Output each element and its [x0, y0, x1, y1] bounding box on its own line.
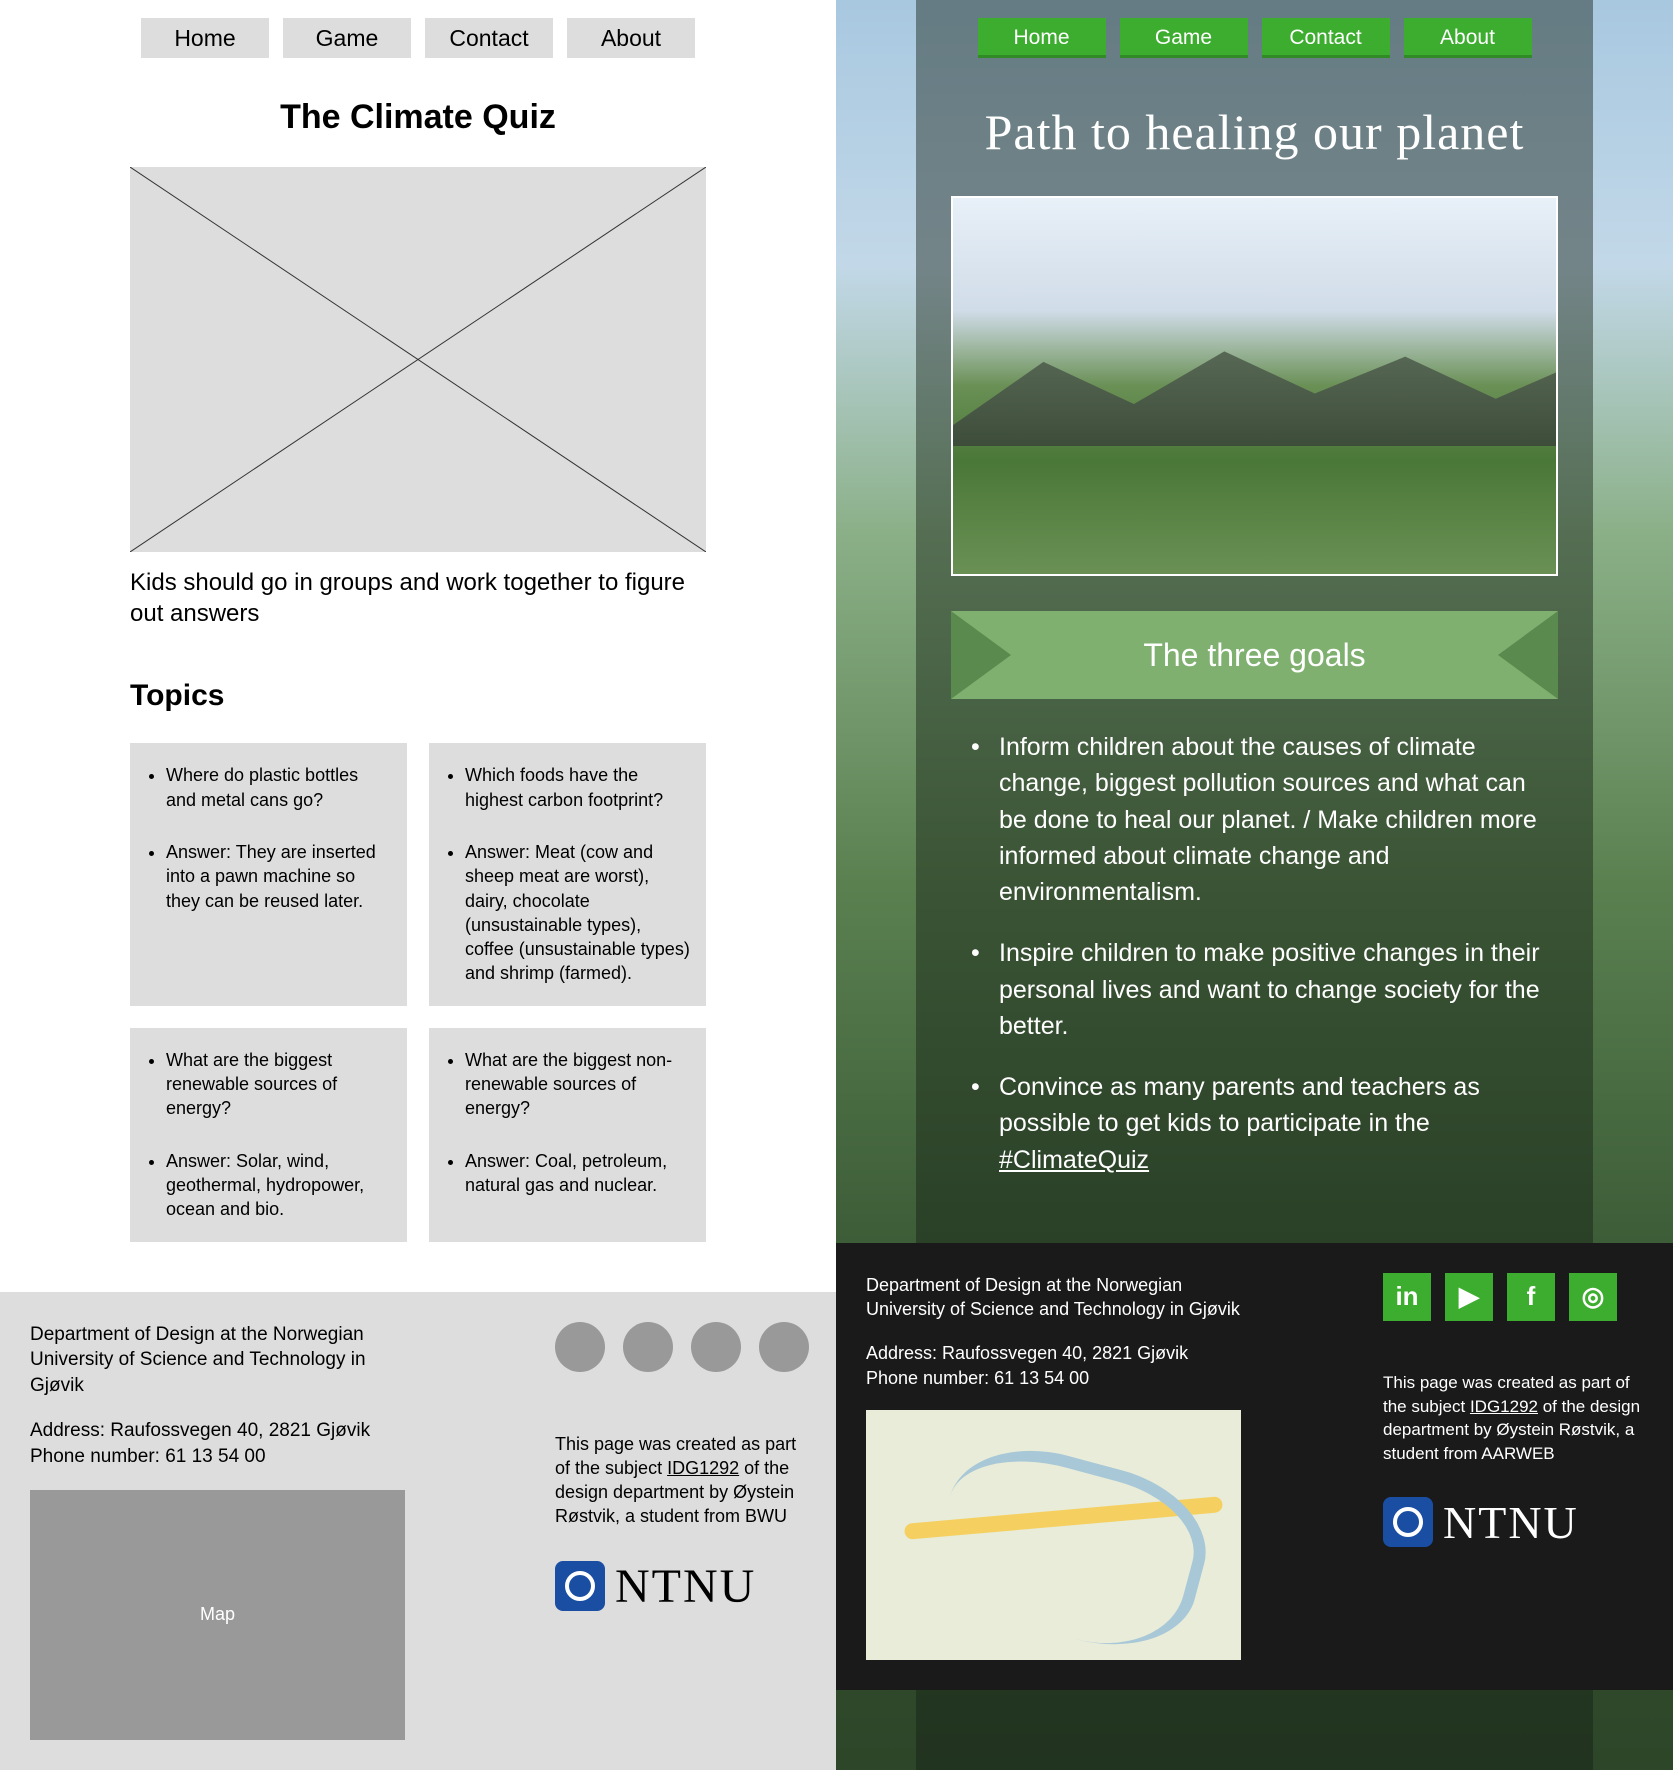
footer-contact: Address: Raufossvegen 40, 2821 GjøvikPho… [30, 1418, 405, 1469]
nav-contact[interactable]: Contact [1262, 18, 1390, 58]
ntnu-logo: NTNU [1383, 1496, 1643, 1549]
wireframe-about-page: Home Game Contact About The Climate Quiz… [0, 0, 836, 1770]
map-embed[interactable] [866, 1410, 1241, 1660]
nav-about[interactable]: About [1404, 18, 1532, 58]
ntnu-logo-icon [1383, 1497, 1433, 1547]
footer-contact: Address: Raufossvegen 40, 2821 GjøvikPho… [866, 1341, 1263, 1390]
footer-dept: Department of Design at the Norwegian Un… [866, 1273, 1263, 1322]
topic-question: What are the biggest renewable sources o… [166, 1048, 393, 1121]
nav-game[interactable]: Game [1120, 18, 1248, 58]
ntnu-logo-text: NTNU [615, 1559, 756, 1614]
facebook-icon[interactable]: f [1507, 1273, 1555, 1321]
nav-bar: Home Game Contact About [951, 18, 1558, 58]
topic-answer: Answer: Coal, petroleum, natural gas and… [465, 1149, 692, 1198]
social-icon[interactable] [759, 1322, 809, 1372]
mockup-about-page: Home Game Contact About Path to healing … [836, 0, 1673, 1770]
nav-home[interactable]: Home [141, 18, 269, 58]
hashtag-link[interactable]: #ClimateQuiz [999, 1146, 1149, 1174]
footer: Department of Design at the Norwegian Un… [0, 1292, 836, 1770]
topic-card: What are the biggest non-renewable sourc… [429, 1028, 706, 1242]
goals-banner-text: The three goals [1143, 637, 1365, 674]
social-icon[interactable] [623, 1322, 673, 1372]
hero-image [951, 196, 1558, 576]
instagram-icon[interactable]: ◎ [1569, 1273, 1617, 1321]
nav-bar: Home Game Contact About [130, 18, 706, 58]
social-links [555, 1322, 809, 1372]
hero-image-placeholder [130, 167, 706, 552]
nav-about[interactable]: About [567, 18, 695, 58]
goal-item: Convince as many parents and teachers as… [971, 1069, 1558, 1178]
goal-item: Inspire children to make positive change… [971, 935, 1558, 1044]
page-title: The Climate Quiz [130, 98, 706, 137]
page-title: Path to healing our planet [951, 103, 1558, 161]
topic-answer: Answer: Solar, wind, geothermal, hydropo… [166, 1149, 393, 1222]
topics-grid: Where do plastic bottles and metal cans … [130, 743, 706, 1241]
topic-answer: Answer: Meat (cow and sheep meat are wor… [465, 840, 692, 986]
map-placeholder[interactable]: Map [30, 1490, 405, 1740]
topic-card: What are the biggest renewable sources o… [130, 1028, 407, 1242]
footer-dept: Department of Design at the Norwegian Un… [30, 1322, 405, 1399]
topics-heading: Topics [130, 679, 706, 713]
ntnu-logo-text: NTNU [1443, 1496, 1579, 1549]
social-icon[interactable] [691, 1322, 741, 1372]
youtube-icon[interactable]: ▶ [1445, 1273, 1493, 1321]
topic-card: Which foods have the highest carbon foot… [429, 743, 706, 1005]
nav-game[interactable]: Game [283, 18, 411, 58]
goal-item: Inform children about the causes of clim… [971, 729, 1558, 910]
goals-list: Inform children about the causes of clim… [951, 729, 1558, 1243]
subtitle-text: Kids should go in groups and work togeth… [130, 567, 706, 629]
footer-credit: This page was created as part of the sub… [555, 1432, 809, 1529]
footer-credit: This page was created as part of the sub… [1383, 1371, 1643, 1466]
ntnu-logo-icon [555, 1561, 605, 1611]
nav-home[interactable]: Home [978, 18, 1106, 58]
topic-question: Where do plastic bottles and metal cans … [166, 763, 393, 812]
linkedin-icon[interactable]: in [1383, 1273, 1431, 1321]
social-icon[interactable] [555, 1322, 605, 1372]
topic-question: What are the biggest non-renewable sourc… [465, 1048, 692, 1121]
topic-card: Where do plastic bottles and metal cans … [130, 743, 407, 1005]
topic-answer: Answer: They are inserted into a pawn ma… [166, 840, 393, 913]
goals-banner: The three goals [951, 611, 1558, 699]
social-links: in ▶ f ◎ [1383, 1273, 1643, 1321]
topic-question: Which foods have the highest carbon foot… [465, 763, 692, 812]
footer: Department of Design at the Norwegian Un… [836, 1243, 1673, 1690]
ntnu-logo: NTNU [555, 1559, 809, 1614]
nav-contact[interactable]: Contact [425, 18, 553, 58]
